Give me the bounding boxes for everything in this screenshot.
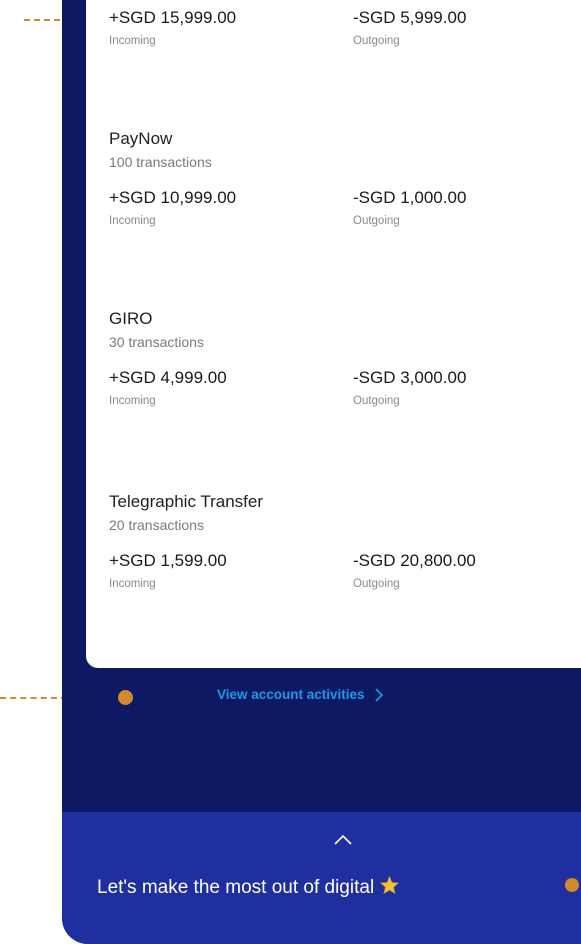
outgoing-label: Outgoing [353,578,400,590]
outgoing-label: Outgoing [353,215,400,227]
outgoing-amount: -SGD 3,000.00 [353,368,467,387]
incoming-amount: +SGD 10,999.00 [109,188,237,207]
banner-message: Let's make the most out of digital [97,875,400,900]
chevron-up-icon[interactable] [334,832,352,850]
outgoing-amount: -SGD 20,800.00 [353,551,476,570]
incoming-amount: +SGD 1,599.00 [109,551,227,570]
group-name: Telegraphic Transfer [109,492,264,511]
annotation-dot-banner [565,878,579,892]
group-count: 20 transactions [109,517,204,533]
transactions-card: +SGD 15,999.00 Incoming -SGD 5,999.00 Ou… [86,0,581,668]
outgoing-label: Outgoing [353,395,400,407]
annotation-dot-activities [118,690,133,705]
group-name: GIRO [109,309,153,328]
outgoing-amount: -SGD 5,999.00 [353,8,467,27]
outgoing-amount: -SGD 1,000.00 [353,188,467,207]
group-count: 100 transactions [109,154,212,170]
chevron-right-icon [375,687,383,702]
digital-banner[interactable]: Let's make the most out of digital [62,812,581,944]
outgoing-label: Outgoing [353,35,400,47]
incoming-label: Incoming [109,395,156,407]
incoming-label: Incoming [109,35,156,47]
phone-screen: +SGD 15,999.00 Incoming -SGD 5,999.00 Ou… [62,0,581,944]
group-name: PayNow [109,129,173,148]
view-account-activities-link[interactable]: View account activities [217,687,383,702]
incoming-label: Incoming [109,215,156,227]
banner-text: Let's make the most out of digital [97,877,375,898]
incoming-label: Incoming [109,578,156,590]
star-icon [380,875,400,900]
view-account-activities-label: View account activities [217,687,365,702]
incoming-amount: +SGD 4,999.00 [109,368,227,387]
group-count: 30 transactions [109,334,204,350]
incoming-amount: +SGD 15,999.00 [109,8,237,27]
